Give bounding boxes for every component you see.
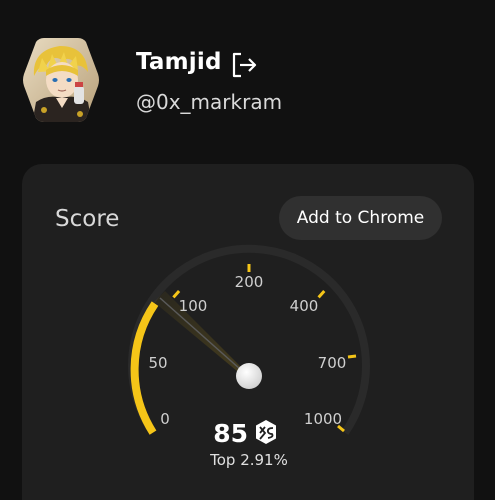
score-rank: Top 2.91% bbox=[209, 451, 288, 469]
avatar[interactable] bbox=[22, 36, 100, 124]
gauge-label-1000: 1000 bbox=[304, 410, 342, 428]
user-handle: @0x_markram bbox=[136, 90, 283, 114]
gauge-label-200: 200 bbox=[235, 273, 264, 291]
app-root: Tamjid @0x_markram Score Add to Chrome 0… bbox=[0, 0, 495, 500]
gauge-label-50: 50 bbox=[148, 354, 167, 372]
gauge-tick-400 bbox=[317, 290, 326, 299]
profile-header: Tamjid @0x_markram bbox=[22, 36, 482, 126]
gauge-label-700: 700 bbox=[318, 354, 347, 372]
gauge-label-400: 400 bbox=[290, 297, 319, 315]
score-card: Score Add to Chrome 0 50 100 200 400 700… bbox=[22, 164, 474, 500]
user-name: Tamjid bbox=[136, 49, 222, 75]
gauge-label-100: 100 bbox=[179, 297, 208, 315]
xs-hexagon-icon bbox=[256, 420, 276, 444]
gauge-knob bbox=[236, 363, 262, 389]
score-value: 85 bbox=[213, 419, 248, 448]
gauge-tick-700 bbox=[347, 354, 357, 359]
logout-icon[interactable] bbox=[230, 51, 258, 79]
score-gauge: 0 50 100 200 400 700 1000 85 Top 2.91% bbox=[128, 244, 370, 469]
gauge-label-0: 0 bbox=[160, 410, 170, 428]
